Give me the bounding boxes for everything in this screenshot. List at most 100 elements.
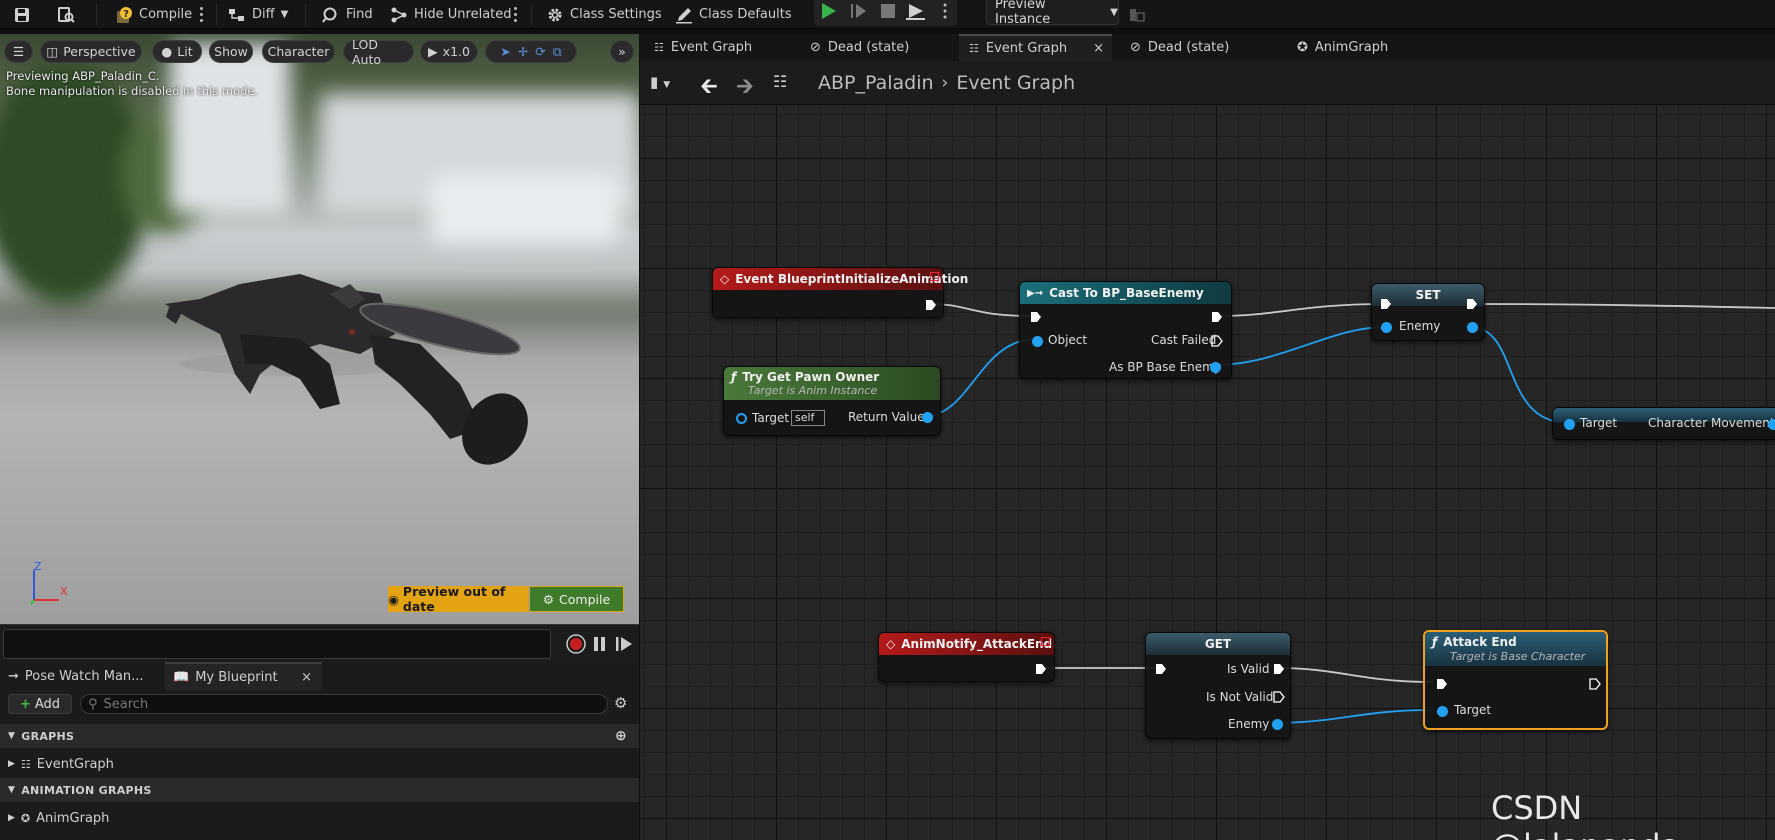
tree-item-animgraph[interactable]: ▶ ✪ AnimGraph xyxy=(0,806,639,830)
search-icon: ⚲ xyxy=(88,696,98,712)
class-defaults-label: Class Defaults xyxy=(699,7,792,22)
exec-in-pin[interactable] xyxy=(1436,678,1448,690)
preview-instance-dropdown[interactable]: Preview Instance ▼ xyxy=(986,0,1119,27)
exec-out-pin[interactable] xyxy=(925,299,937,311)
move-icon[interactable]: ✛ xyxy=(518,44,528,59)
class-defaults-button[interactable]: Class Defaults xyxy=(675,0,792,29)
viewport-menu-button[interactable]: ☰ xyxy=(4,40,33,63)
node-try-get-pawn-owner[interactable]: ƒ Try Get Pawn Owner Target is Anim Inst… xyxy=(723,366,941,436)
step-forward-icon[interactable] xyxy=(616,637,632,651)
lit-button[interactable]: ● Lit xyxy=(152,40,202,63)
section-animation-graphs[interactable]: ▼ ANIMATION GRAPHS xyxy=(0,778,639,802)
chevron-right-icon: ▶ xyxy=(8,759,15,769)
close-icon[interactable]: × xyxy=(301,670,312,685)
timeline-scrubber[interactable] xyxy=(3,629,551,659)
main-toolbar: ? Compile Diff ▼ Find Hide Unrelated Cla… xyxy=(0,0,1775,29)
node-set-enemy[interactable]: SET Enemy xyxy=(1371,283,1485,341)
compile-options-kebab[interactable] xyxy=(199,7,203,22)
debug-object-icon xyxy=(1128,6,1146,24)
node-get-enemy-validated[interactable]: GET Is Valid Is Not Valid Enemy xyxy=(1145,632,1291,739)
diff-label: Diff xyxy=(252,7,275,22)
char-move-target-pin[interactable] xyxy=(1564,419,1575,430)
event-graph-editor[interactable]: ☷ Event Graph ⊘ Dead (state) ☷ Event Gra… xyxy=(640,34,1775,840)
object-pin-label: Object xyxy=(1048,333,1088,347)
enemy-out-pin[interactable] xyxy=(1467,322,1478,333)
settings-gear-icon[interactable]: ⚙ xyxy=(614,694,627,712)
node-attack-end-subtitle: Target is Base Character xyxy=(1450,650,1586,663)
chevron-down-icon: ▼ xyxy=(8,785,16,795)
exec-in-pin[interactable] xyxy=(1380,298,1392,310)
target-self-field[interactable]: self xyxy=(791,410,825,426)
lod-button[interactable]: LOD Auto xyxy=(343,37,414,67)
delegate-pin-icon[interactable] xyxy=(1041,637,1050,646)
tree-item-eventgraph[interactable]: ▶ ☷ EventGraph xyxy=(0,752,639,776)
character-label: Character xyxy=(267,44,330,59)
pause-icon[interactable] xyxy=(594,637,605,651)
character-movement-pin[interactable] xyxy=(1768,419,1775,430)
delegate-pin-icon[interactable] xyxy=(930,272,939,281)
character-button[interactable]: Character xyxy=(262,40,335,63)
add-button[interactable]: + Add xyxy=(8,694,72,714)
simulate-icon[interactable] xyxy=(906,4,925,20)
stop-icon[interactable] xyxy=(881,4,895,18)
exec-out-pin[interactable] xyxy=(1035,663,1047,675)
rotate-icon[interactable]: ⟳ xyxy=(535,44,545,59)
section-graphs[interactable]: ▼ GRAPHS ⊕ xyxy=(0,724,639,748)
cast-failed-pin[interactable] xyxy=(1211,335,1223,347)
diff-button[interactable]: Diff ▼ xyxy=(228,0,288,29)
scale-icon[interactable]: ⧉ xyxy=(553,44,562,60)
hide-unrelated-button[interactable]: Hide Unrelated xyxy=(390,0,512,29)
debug-object-button[interactable] xyxy=(1128,0,1146,29)
character-model xyxy=(165,274,528,465)
lit-label: Lit xyxy=(177,44,193,59)
tab-my-blueprint[interactable]: 📖 My Blueprint × xyxy=(165,662,322,690)
play-options-kebab[interactable] xyxy=(943,3,947,19)
target-pin[interactable] xyxy=(736,413,747,424)
compile-status-icon: ? xyxy=(115,6,133,24)
exec-out-pin[interactable] xyxy=(1589,678,1601,690)
browse-button[interactable] xyxy=(57,0,75,29)
exec-in-pin[interactable] xyxy=(1030,311,1042,323)
node-event-initialize-animation[interactable]: ◇ Event BlueprintInitializeAnimation xyxy=(712,267,968,318)
search-input[interactable]: ⚲ Search xyxy=(80,694,608,714)
class-settings-button[interactable]: Class Settings xyxy=(546,0,662,29)
record-icon[interactable] xyxy=(566,634,586,654)
my-blueprint-panel: ➞ Pose Watch Man... 📖 My Blueprint × + A… xyxy=(0,662,639,840)
tree-item-animgraph-label: AnimGraph xyxy=(36,810,110,826)
step-icon[interactable] xyxy=(851,4,866,18)
play-icon[interactable] xyxy=(822,3,836,19)
section-graphs-title: GRAPHS xyxy=(21,729,75,743)
preview-instance-label: Preview Instance xyxy=(995,0,1051,27)
playback-speed-button[interactable]: ▶ x1.0 xyxy=(420,40,478,63)
tab-pose-watch[interactable]: ➞ Pose Watch Man... xyxy=(0,662,163,690)
exec-in-pin[interactable] xyxy=(1155,663,1167,675)
show-button[interactable]: Show xyxy=(209,40,253,63)
node-cast-to-bp-base-enemy[interactable]: ▶→ Cast To BP_BaseEnemy Object Cast Fail… xyxy=(1019,281,1232,379)
return-value-pin[interactable] xyxy=(922,412,933,423)
add-graph-icon[interactable]: ⊕ xyxy=(615,728,627,744)
viewport-compile-button[interactable]: ⚙ Compile xyxy=(529,586,624,612)
preview-viewport[interactable]: ☰ ◫ Perspective ● Lit Show Character LOD… xyxy=(0,34,639,624)
find-button[interactable]: Find xyxy=(322,0,373,29)
is-valid-pin[interactable] xyxy=(1273,663,1285,675)
exec-out-pin[interactable] xyxy=(1211,311,1223,323)
select-icon[interactable]: ➤ xyxy=(500,44,510,59)
tree-item-eventgraph-label: EventGraph xyxy=(36,756,114,772)
compile-button[interactable]: ? Compile xyxy=(115,0,192,29)
node-get-character-movement[interactable]: Target Character Movement xyxy=(1552,407,1775,440)
running-figure-icon: ✪ xyxy=(20,811,31,825)
char-move-target-label: Target xyxy=(1580,416,1618,430)
node-attack-end[interactable]: ƒ Attack End Target is Base Character Ta… xyxy=(1423,630,1608,730)
get-enemy-pin[interactable] xyxy=(1272,719,1283,730)
exec-out-pin[interactable] xyxy=(1466,298,1478,310)
hide-unrelated-options-kebab[interactable] xyxy=(513,7,517,22)
is-not-valid-pin[interactable] xyxy=(1273,691,1285,703)
object-pin[interactable] xyxy=(1032,336,1043,347)
enemy-in-pin[interactable] xyxy=(1381,322,1392,333)
as-bp-base-enemy-pin[interactable] xyxy=(1210,362,1221,373)
perspective-button[interactable]: ◫ Perspective xyxy=(40,40,142,63)
viewport-expand-button[interactable]: » xyxy=(610,40,634,63)
node-animnotify-attackend[interactable]: ◇ AnimNotify_AttackEnd xyxy=(878,632,1055,682)
attack-end-target-pin[interactable] xyxy=(1437,706,1448,717)
save-button[interactable] xyxy=(13,0,31,29)
